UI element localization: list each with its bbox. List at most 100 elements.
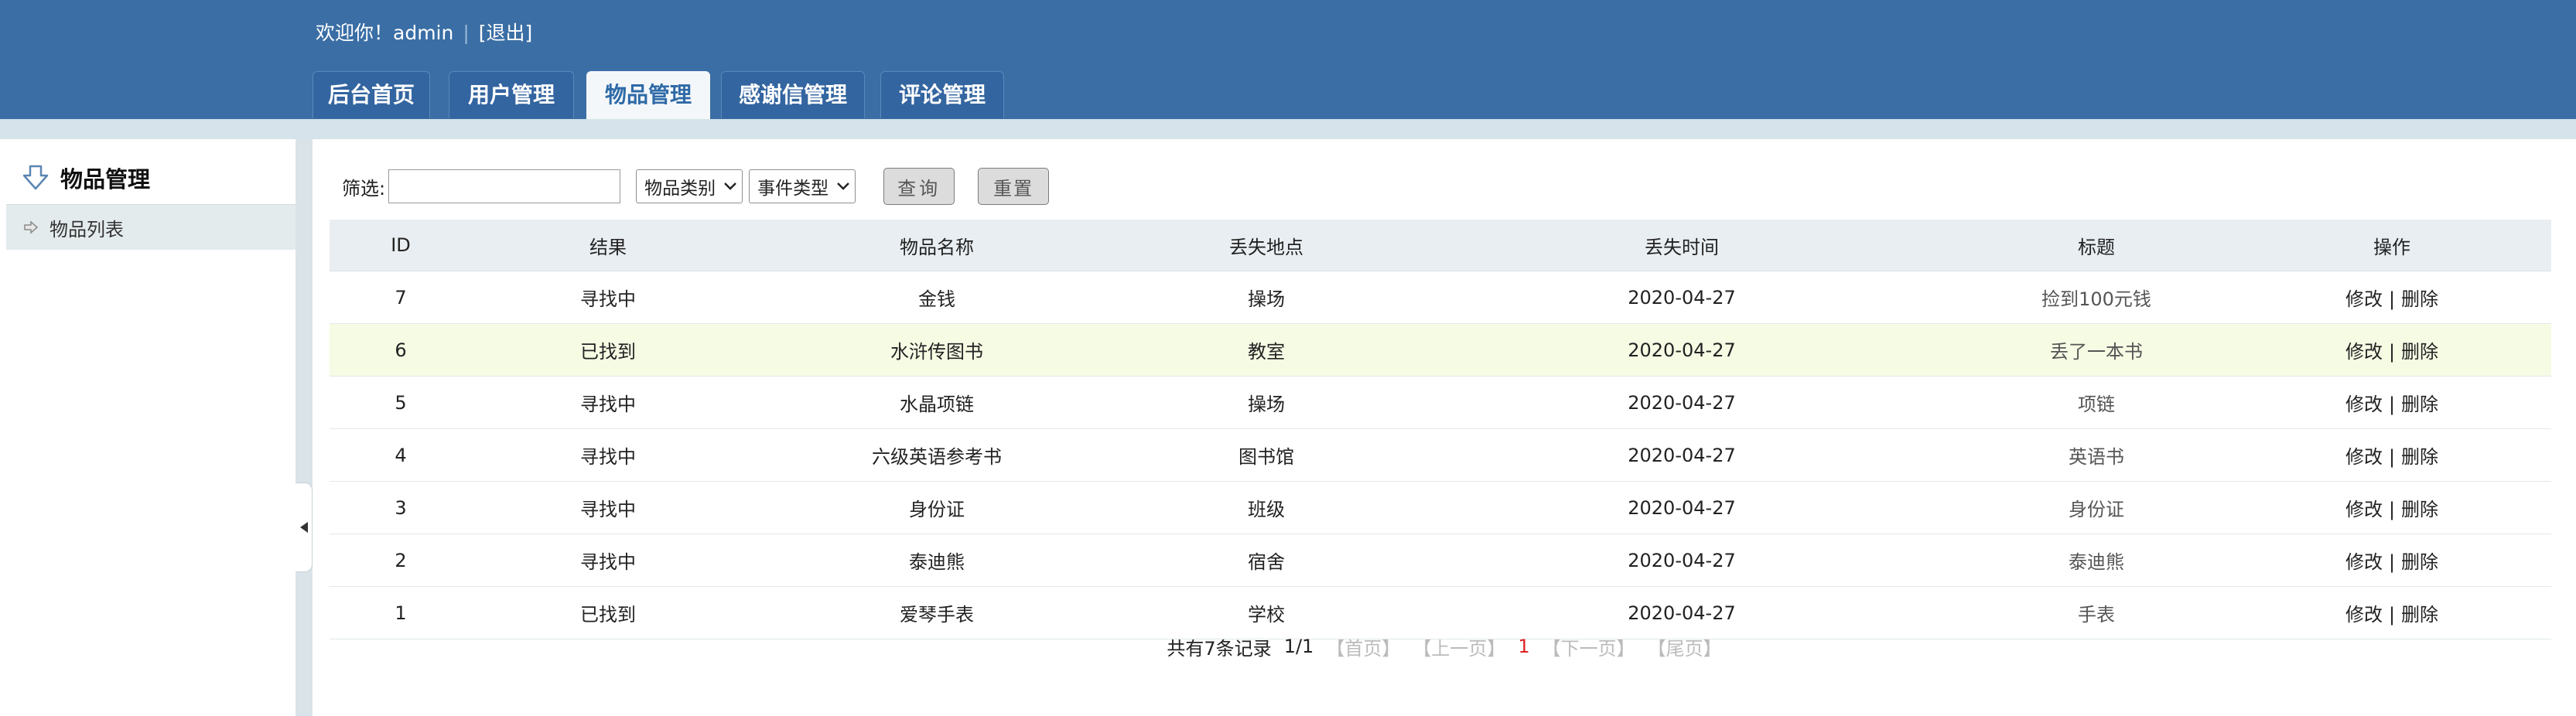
cell-lost-time: 2020-04-27 [1403, 428, 1960, 482]
cell-actions: 修改 | 删除 [2233, 376, 2551, 429]
delete-link[interactable]: 删除 [2401, 288, 2438, 310]
category-select-value: 物品类别 [644, 179, 716, 199]
column-header-lost-time: 丢失时间 [1403, 220, 1960, 271]
welcome-text: 欢迎你！admin [316, 22, 454, 44]
down-arrow-icon [22, 165, 49, 190]
action-separator: | [2388, 446, 2396, 468]
cell-actions: 修改 | 删除 [2233, 428, 2551, 482]
cell-lost-place: 操场 [1129, 376, 1403, 429]
cell-actions: 修改 | 删除 [2233, 481, 2551, 534]
cell-id: 3 [330, 481, 472, 534]
delete-link[interactable]: 删除 [2401, 446, 2438, 468]
tab-user-management[interactable]: 用户管理 [449, 71, 574, 118]
pagination: 共有7条记录 1/1 【首页】 【上一页】 1 【下一页】 【尾页】 [313, 631, 2576, 662]
column-header-title: 标题 [1960, 220, 2233, 271]
cell-lost-time: 2020-04-27 [1403, 271, 1960, 324]
cell-title: 丢了一本书 [1960, 323, 2233, 377]
arrow-right-icon [24, 220, 39, 234]
action-separator: | [2388, 288, 2396, 310]
cell-item-name: 金钱 [744, 271, 1129, 324]
tab-comment-management[interactable]: 评论管理 [880, 71, 1004, 118]
cell-title: 身份证 [1960, 481, 2233, 534]
chevron-down-icon [837, 182, 849, 190]
action-separator: | [2388, 604, 2396, 626]
column-header-lost-place: 丢失地点 [1129, 220, 1403, 271]
filter-input[interactable] [388, 169, 621, 203]
sidebar-item-label: 物品列表 [50, 218, 124, 240]
cell-item-name: 六级英语参考书 [744, 428, 1129, 482]
edit-link[interactable]: 修改 [2345, 551, 2383, 573]
delete-link[interactable]: 删除 [2401, 341, 2438, 363]
cell-actions: 修改 | 删除 [2233, 534, 2551, 587]
last-page-link[interactable]: 【尾页】 [1648, 633, 1722, 660]
cell-lost-place: 教室 [1129, 323, 1403, 377]
record-count: 共有7条记录 [1167, 637, 1272, 660]
prev-page-link[interactable]: 【上一页】 [1413, 633, 1505, 660]
top-header: 欢迎你！admin | [退出] 后台首页 用户管理 物品管理 感谢信管理 评论管理 [0, 0, 2576, 120]
action-separator: | [2388, 341, 2396, 363]
cell-lost-time: 2020-04-27 [1403, 323, 1960, 377]
edit-link[interactable]: 修改 [2345, 341, 2383, 363]
cell-item-name: 水晶项链 [744, 376, 1129, 429]
sidebar-title-label: 物品管理 [60, 166, 151, 193]
event-type-select[interactable]: 事件类型 [749, 169, 856, 203]
table-row: 7 寻找中 金钱 操场 2020-04-27 捡到100元钱 修改 | 删除 [330, 271, 2551, 324]
table-header-row: ID 结果 物品名称 丢失地点 丢失时间 标题 操作 [330, 220, 2551, 271]
cell-result: 寻找中 [472, 376, 744, 429]
column-header-id: ID [330, 220, 472, 271]
cell-item-name: 水浒传图书 [744, 323, 1129, 377]
edit-link[interactable]: 修改 [2345, 288, 2383, 310]
current-page-number: 1 [1518, 636, 1530, 657]
table-row: 2 寻找中 泰迪熊 宿舍 2020-04-27 泰迪熊 修改 | 删除 [330, 534, 2551, 587]
delete-link[interactable]: 删除 [2401, 394, 2438, 415]
cell-lost-place: 图书馆 [1129, 428, 1403, 482]
tab-item-management[interactable]: 物品管理 [586, 71, 710, 120]
cell-result: 寻找中 [472, 271, 744, 324]
edit-link[interactable]: 修改 [2345, 394, 2383, 415]
next-page-link[interactable]: 【下一页】 [1543, 633, 1635, 660]
tab-thanks-letter-management[interactable]: 感谢信管理 [721, 71, 865, 118]
table-row: 3 寻找中 身份证 班级 2020-04-27 身份证 修改 | 删除 [330, 481, 2551, 534]
cell-result: 寻找中 [472, 481, 744, 534]
cell-lost-time: 2020-04-27 [1403, 534, 1960, 587]
chevron-down-icon [724, 182, 736, 190]
cell-title: 捡到100元钱 [1960, 271, 2233, 324]
reset-button[interactable]: 重置 [978, 168, 1050, 205]
edit-link[interactable]: 修改 [2345, 499, 2383, 520]
cell-actions: 修改 | 删除 [2233, 323, 2551, 377]
cell-lost-time: 2020-04-27 [1403, 481, 1960, 534]
welcome-bar: 欢迎你！admin | [退出] [316, 22, 532, 45]
edit-link[interactable]: 修改 [2345, 604, 2383, 626]
action-separator: | [2388, 394, 2396, 415]
action-separator: | [2388, 551, 2396, 573]
delete-link[interactable]: 删除 [2401, 499, 2438, 520]
cell-title: 项链 [1960, 376, 2233, 429]
cell-lost-place: 宿舍 [1129, 534, 1403, 587]
delete-link[interactable]: 删除 [2401, 604, 2438, 626]
sidebar-title: 物品管理 [22, 162, 150, 193]
cell-id: 4 [330, 428, 472, 482]
first-page-link[interactable]: 【首页】 [1326, 633, 1400, 660]
table-row: 5 寻找中 水晶项链 操场 2020-04-27 项链 修改 | 删除 [330, 376, 2551, 429]
triangle-left-icon [299, 522, 308, 533]
query-button[interactable]: 查询 [883, 168, 955, 205]
column-header-item-name: 物品名称 [744, 220, 1129, 271]
header-bottom-strip [0, 119, 2576, 139]
table-row: 4 寻找中 六级英语参考书 图书馆 2020-04-27 英语书 修改 | 删除 [330, 428, 2551, 482]
edit-link[interactable]: 修改 [2345, 446, 2383, 468]
filter-bar: 筛选: 物品类别 事件类型 查询 重置 [342, 167, 1050, 206]
welcome-separator: | [463, 22, 470, 44]
sidebar-collapse-toggle[interactable] [296, 482, 313, 572]
action-separator: | [2388, 499, 2396, 520]
category-select[interactable]: 物品类别 [636, 169, 743, 203]
sidebar-item-item-list[interactable]: 物品列表 [6, 204, 296, 250]
logout-link[interactable]: [退出] [479, 22, 533, 44]
tab-dashboard[interactable]: 后台首页 [313, 71, 430, 118]
main-content: 筛选: 物品类别 事件类型 查询 重置 ID 结果 物品名称 丢失地点 丢失时间… [313, 139, 2576, 716]
column-header-actions: 操作 [2233, 220, 2551, 271]
event-type-select-value: 事件类型 [757, 179, 829, 199]
cell-result: 寻找中 [472, 534, 744, 587]
cell-id: 7 [330, 271, 472, 324]
cell-lost-place: 操场 [1129, 271, 1403, 324]
delete-link[interactable]: 删除 [2401, 551, 2438, 573]
